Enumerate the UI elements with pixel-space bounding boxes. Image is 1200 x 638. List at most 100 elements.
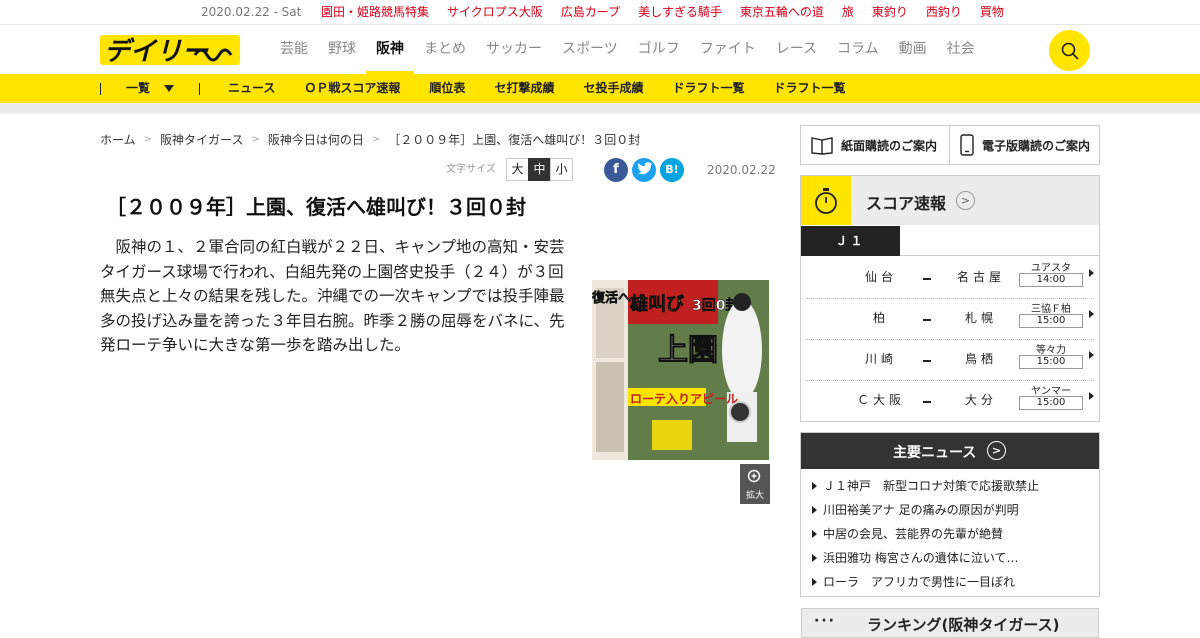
sub-nav-item[interactable]: ドラフト一覧 xyxy=(672,74,744,103)
top-bar: 2020.02.22 - Sat 園田・姫路競馬特集 サイクロプス大阪 広島カー… xyxy=(0,0,1200,25)
nav-item[interactable]: 社会 xyxy=(937,25,985,74)
top-link[interactable]: 買物 xyxy=(980,0,1004,24)
paper-subscription-label: 紙面購読のご案内 xyxy=(841,138,938,153)
breadcrumb-item[interactable]: ホーム xyxy=(100,131,136,148)
sub-nav-item[interactable]: セ投手成績 xyxy=(583,74,643,103)
nav-item[interactable]: ゴルフ xyxy=(628,25,690,74)
top-link[interactable]: 旅 xyxy=(842,0,854,24)
font-size-small-button[interactable]: 小 xyxy=(550,158,573,181)
top-link[interactable]: 園田・姫路競馬特集 xyxy=(321,0,429,24)
top-link[interactable]: サイクロプス大阪 xyxy=(447,0,543,24)
away-team: 名古屋 xyxy=(956,270,1005,284)
publish-date: 2020.02.22 xyxy=(707,163,776,177)
news-item[interactable]: Ｊ１神戸 新型コロナ対策で応援歌禁止 xyxy=(812,474,1039,498)
ranking-title: ランキング(阪神タイガース) xyxy=(867,616,1060,634)
sub-nav-item[interactable]: ＯＰ戦スコア速報 xyxy=(304,74,400,103)
nav-item[interactable]: レース xyxy=(766,25,827,74)
photo-headline-text: ローテ入りアピール xyxy=(630,392,738,406)
arrow-right-icon xyxy=(1089,392,1094,400)
divider xyxy=(199,83,200,95)
ranking-dots-icon: ··· xyxy=(814,613,836,629)
sub-nav-item[interactable]: ニュース xyxy=(228,74,275,103)
nav-item[interactable]: まとめ xyxy=(414,25,476,74)
stopwatch-icon xyxy=(801,176,851,225)
global-nav: 芸能 野球 阪神 まとめ サッカー スポーツ ゴルフ ファイト レース コラム … xyxy=(270,25,985,74)
match-row[interactable]: 川崎 鳥栖 等々力 15:00 xyxy=(806,340,1094,381)
zoom-label: 拡大 xyxy=(745,491,764,501)
font-size-switcher: 大 中 小 xyxy=(506,158,573,181)
hatena-bookmark-icon[interactable]: B! xyxy=(660,158,684,182)
nav-item[interactable]: 野球 xyxy=(318,25,366,74)
sub-nav: 一覧 ニュース ＯＰ戦スコア速報 順位表 セ打撃成績 セ投手成績 ドラフト一覧 … xyxy=(0,74,1200,103)
tab-j1[interactable]: Ｊ１ xyxy=(801,226,900,256)
newspaper-photo[interactable]: 復活へ 雄叫び 3回0封 上園 ローテ入りアピール xyxy=(592,280,769,460)
chevron-right-icon[interactable]: > xyxy=(987,441,1006,460)
chevron-right-icon[interactable]: > xyxy=(956,191,975,210)
top-link[interactable]: 西釣り xyxy=(926,0,962,24)
nav-item[interactable]: スポーツ xyxy=(552,25,628,74)
sub-nav-item[interactable]: セ打撃成績 xyxy=(494,74,554,103)
news-header[interactable]: 主要ニュース > xyxy=(801,433,1099,469)
news-item[interactable]: 中居の会見、芸能界の先輩が絶賛 xyxy=(812,522,1039,546)
nav-item[interactable]: サッカー xyxy=(476,25,552,74)
nav-item[interactable]: ファイト xyxy=(690,25,766,74)
top-link[interactable]: 広島カープ xyxy=(561,0,620,24)
breadcrumb-item[interactable]: 阪神今日は何の日 xyxy=(268,131,364,148)
match-row[interactable]: 仙台 名古屋 ユアスタ 14:00 xyxy=(806,258,1094,299)
kickoff-time: 14:00 xyxy=(1019,273,1083,287)
search-button[interactable] xyxy=(1049,30,1090,71)
news-item[interactable]: 川田裕美アナ 足の痛みの原因が判明 xyxy=(812,498,1039,522)
font-size-medium-button[interactable]: 中 xyxy=(528,158,551,181)
breadcrumb-item[interactable]: 阪神タイガース xyxy=(160,131,243,148)
sub-nav-item[interactable]: 順位表 xyxy=(429,74,465,103)
sub-nav-item[interactable]: ドラフト一覧 xyxy=(773,74,845,103)
arrow-right-icon xyxy=(1089,351,1094,359)
top-link[interactable]: 東釣り xyxy=(872,0,908,24)
nav-item[interactable]: 芸能 xyxy=(270,25,318,74)
current-date: 2020.02.22 - Sat xyxy=(201,5,302,19)
score-title: スコア速報 xyxy=(866,194,947,213)
arrow-right-icon xyxy=(1089,310,1094,318)
zoom-in-icon xyxy=(747,469,761,483)
list-dropdown[interactable]: 一覧 xyxy=(126,74,150,103)
article-title: ［２００９年］上園、復活へ雄叫び！３回０封 xyxy=(106,195,526,219)
top-link[interactable]: 東京五輪への道 xyxy=(740,0,824,24)
top-links: 園田・姫路競馬特集 サイクロプス大阪 広島カープ 美しすぎる騎手 東京五輪への道… xyxy=(321,0,1022,24)
chevron-right-icon: > xyxy=(143,134,153,145)
match-row[interactable]: Ｃ大阪 大分 ヤンマー 15:00 xyxy=(806,381,1094,422)
font-size-large-button[interactable]: 大 xyxy=(506,158,529,181)
nav-item-active[interactable]: 阪神 xyxy=(366,25,414,74)
dropdown-arrow-icon[interactable] xyxy=(164,85,174,92)
nav-item[interactable]: 動画 xyxy=(889,25,937,74)
arrow-right-icon xyxy=(1089,269,1094,277)
home-team: 仙台 xyxy=(864,270,897,284)
chevron-right-icon: > xyxy=(251,134,260,145)
ranking-header[interactable]: ··· ランキング(阪神タイガース) xyxy=(801,608,1099,638)
nav-item[interactable]: コラム xyxy=(827,25,889,74)
twitter-share-icon[interactable] xyxy=(632,158,656,182)
match-row[interactable]: 柏 札幌 三協Ｆ柏 15:00 xyxy=(806,299,1094,340)
photo-headline-text: 復活へ xyxy=(592,290,631,306)
logo-text: デイリー xyxy=(104,37,209,67)
home-team: 柏 xyxy=(872,311,889,325)
tab-underline xyxy=(900,255,1099,256)
home-team: Ｃ大阪 xyxy=(856,393,905,407)
digital-subscription-button[interactable]: 電子版購読のご案内 xyxy=(949,125,1100,165)
top-link[interactable]: 美しすぎる騎手 xyxy=(638,0,722,24)
score-header[interactable]: スコア速報 > xyxy=(801,176,1099,225)
kickoff-time: 15:00 xyxy=(1019,396,1083,410)
facebook-share-icon[interactable]: f xyxy=(604,158,628,182)
paper-subscription-button[interactable]: 紙面購読のご案内 xyxy=(800,125,950,165)
venue: ヤンマー xyxy=(1031,386,1071,397)
news-item[interactable]: ローラ アフリカで男性に一目ぼれ xyxy=(812,570,1039,594)
divider xyxy=(100,83,101,95)
venue: 等々力 xyxy=(1036,345,1066,356)
news-item[interactable]: 浜田雅功 梅宮さんの遺体に泣いて… xyxy=(812,546,1039,570)
site-logo[interactable]: デイリー xyxy=(100,33,240,67)
smartphone-icon xyxy=(960,134,974,156)
score-dash xyxy=(923,360,931,362)
kickoff-time: 15:00 xyxy=(1019,314,1083,328)
venue: ユアスタ xyxy=(1031,263,1071,274)
score-dash xyxy=(923,278,931,280)
zoom-button[interactable]: 拡大 xyxy=(740,464,770,504)
